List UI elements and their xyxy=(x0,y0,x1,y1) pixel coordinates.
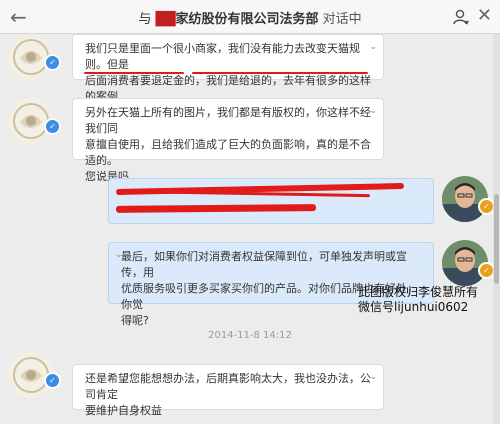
redacted-name: ██ xyxy=(155,12,176,27)
company-name: 家纺股份有限公司法务部 xyxy=(175,12,319,27)
scrollbar[interactable] xyxy=(493,34,500,424)
annotation-underline xyxy=(192,72,368,74)
chat-title: 与 ██家纺股份有限公司法务部 对话中 xyxy=(0,8,500,27)
scrollbar-thumb[interactable] xyxy=(494,194,499,284)
verified-badge: ✓ xyxy=(44,118,61,135)
message-line: 另外在天猫上所有的图片，我们都是有版权的，你这样不经我们同 xyxy=(85,106,371,135)
message-bubble: 还是希望您能想想办法，后期真影响太大，我也没办法，公司肯定 要维护自身权益 ⌄ xyxy=(72,364,384,417)
watermark-line: 微信号lijunhui0602 xyxy=(358,300,469,314)
annotation-underline xyxy=(84,72,184,74)
message-timestamp: 2014-11-8 14:12 xyxy=(208,330,292,341)
watermark-line: 此图版权归李俊慧所有 xyxy=(358,285,479,299)
message-line: 最后，如果你们对消费者权益保障到位，可单独发声明或宣传，用 xyxy=(121,250,407,279)
chat-header: ← 与 ██家纺股份有限公司法务部 对话中 ▾ ✕ xyxy=(0,0,500,34)
header-actions: ▾ ✕ xyxy=(452,5,492,28)
message-line: 要维护自身权益 xyxy=(85,404,162,417)
chevron-down-icon[interactable]: ⌄ xyxy=(369,39,377,55)
message-line: 我们只是里面一个很小商家，我们没有能力去改变天猫规则。但是 xyxy=(85,42,360,71)
dropdown-chevron-icon[interactable]: ▾ xyxy=(465,18,469,27)
status-text: 对话中 xyxy=(322,12,362,27)
chevron-down-icon[interactable]: ⌄ xyxy=(369,369,377,385)
chevron-down-icon[interactable]: ⌄ xyxy=(115,247,123,263)
copyright-watermark: 此图版权归李俊慧所有 微信号lijunhui0602 xyxy=(358,285,478,315)
title-prefix: 与 xyxy=(138,12,152,27)
verified-badge: ✓ xyxy=(44,54,61,71)
chevron-down-icon[interactable]: ⌄ xyxy=(369,103,377,119)
message-list: ✓ 我们只是里面一个很小商家，我们没有能力去改变天猫规则。但是 后面消费者要退定… xyxy=(0,34,500,424)
close-icon[interactable]: ✕ xyxy=(477,5,492,26)
verified-badge: ✓ xyxy=(44,372,61,389)
message-line: 得呢? xyxy=(121,314,149,327)
message-line: 还是希望您能想想办法，后期真影响太大，我也没办法，公司肯定 xyxy=(85,372,371,401)
message-line: 意擅自使用，且给我们造成了巨大的负面影响，真的是不合适的。 xyxy=(85,138,371,167)
message-bubble: 另外在天猫上所有的图片，我们都是有版权的，你这样不经我们同 意擅自使用，且给我们… xyxy=(72,98,384,183)
